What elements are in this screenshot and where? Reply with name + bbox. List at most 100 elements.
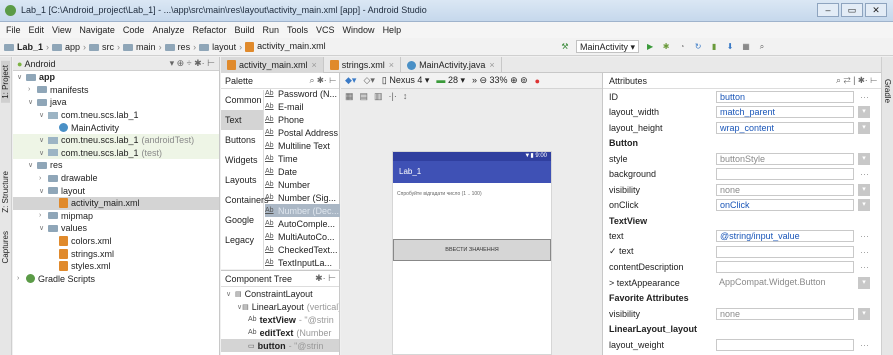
attribute-input[interactable]: [716, 168, 854, 181]
attribute-dropdown[interactable]: none: [716, 307, 854, 320]
project-tree-item[interactable]: ∨ com.tneu.scs.lab_1: [13, 109, 219, 122]
sdk-manager-icon[interactable]: ⬇: [725, 42, 735, 52]
view-mode-dropdown[interactable]: ● Android: [17, 59, 55, 69]
project-tree-item[interactable]: styles.xml: [13, 260, 219, 273]
device-dropdown[interactable]: ▯ Nexus 4 ▾: [382, 75, 430, 86]
project-tree-item[interactable]: › mipmap: [13, 210, 219, 223]
breadcrumb-item[interactable]: activity_main.xml: [245, 41, 326, 52]
expand-arrow-icon[interactable]: ∨: [226, 290, 235, 298]
expand-arrow-icon[interactable]: ›: [39, 175, 48, 182]
close-button[interactable]: ✕: [865, 3, 887, 17]
component-tree-node[interactable]: Ab textView - "@strin: [221, 313, 339, 326]
menu-build[interactable]: Build: [234, 25, 254, 35]
palette-item[interactable]: Ab AutoComple...: [265, 217, 340, 230]
component-tree-tools[interactable]: ✱· ⊢: [315, 273, 336, 284]
attribute-dropdown[interactable]: AppCompat.Widget.Button: [716, 277, 854, 289]
project-tree-item[interactable]: ∨ values: [13, 222, 219, 235]
dropdown-arrow-icon[interactable]: ▾: [858, 121, 870, 134]
editor-tab[interactable]: activity_main.xml ×: [221, 56, 324, 73]
menu-code[interactable]: Code: [123, 25, 145, 35]
attribute-input[interactable]: [716, 338, 854, 351]
phone-input-button[interactable]: ВВЕСТИ ЗНАЧЕННЯ: [393, 239, 551, 261]
menu-run[interactable]: Run: [263, 25, 280, 35]
menu-window[interactable]: Window: [343, 25, 375, 35]
expand-arrow-icon[interactable]: ∨: [39, 224, 48, 232]
palette-category[interactable]: Widgets: [221, 150, 263, 170]
attribute-input[interactable]: @string/input_value: [716, 230, 854, 243]
dropdown-arrow-icon[interactable]: ▾: [858, 276, 870, 289]
breadcrumb-item[interactable]: src: [89, 42, 114, 52]
attribute-dropdown[interactable]: onClick: [716, 199, 854, 212]
menu-analyze[interactable]: Analyze: [152, 25, 184, 35]
avd-manager-icon[interactable]: ▮: [709, 42, 719, 52]
more-options-icon[interactable]: ···: [860, 169, 869, 179]
project-tree-item[interactable]: ∨ com.tneu.scs.lab_1 (androidTest): [13, 133, 219, 147]
panel-actions[interactable]: ▾ ⊕ ÷ ✱· ⊢: [170, 58, 215, 69]
attributes-tools[interactable]: ⌕ ⇄ | ✱· ⊢: [836, 75, 877, 86]
more-options-icon[interactable]: ···: [860, 340, 869, 350]
palette-item[interactable]: Ab Multiline Text: [265, 139, 340, 152]
project-tree-item[interactable]: ∨ layout: [13, 184, 219, 197]
expand-arrow-icon[interactable]: ∨: [28, 161, 37, 169]
menu-file[interactable]: File: [6, 25, 21, 35]
gradle-tool-tab[interactable]: Gradle: [883, 75, 892, 107]
debug-icon[interactable]: ✱: [661, 42, 671, 52]
expand-arrow-icon[interactable]: ∨: [39, 149, 48, 157]
dropdown-arrow-icon[interactable]: ▾: [858, 152, 870, 165]
palette-item[interactable]: Ab Date: [265, 165, 340, 178]
dropdown-arrow-icon[interactable]: ▾: [858, 183, 870, 196]
palette-item[interactable]: Ab Phone: [265, 113, 340, 126]
dropdown-arrow-icon[interactable]: ▾: [858, 199, 870, 212]
more-options-icon[interactable]: ···: [860, 262, 869, 272]
captures-tool-tab[interactable]: Captures: [1, 227, 10, 267]
close-tab-icon[interactable]: ×: [389, 60, 394, 70]
project-tree-item[interactable]: ∨ com.tneu.scs.lab_1 (test): [13, 146, 219, 160]
project-tool-tab[interactable]: 1: Project: [1, 61, 10, 103]
dropdown-arrow-icon[interactable]: ▾: [858, 307, 870, 320]
hammer-icon[interactable]: ⚒: [560, 42, 570, 52]
horizontal-guide-icon[interactable]: ·|·: [389, 91, 397, 101]
project-tree-item[interactable]: activity_main.xml: [13, 196, 219, 210]
project-tree-item[interactable]: ∨ java: [13, 96, 219, 109]
expand-arrow-icon[interactable]: ∨: [39, 187, 48, 195]
run-icon[interactable]: ▶: [645, 42, 655, 52]
menu-edit[interactable]: Edit: [29, 25, 45, 35]
vertical-guide-icon[interactable]: ↕: [403, 91, 408, 101]
palette-category[interactable]: Google: [221, 210, 263, 230]
menu-vcs[interactable]: VCS: [316, 25, 335, 35]
expand-arrow-icon[interactable]: ∨: [39, 136, 48, 144]
palette-item[interactable]: Ab MultiAutoCo...: [265, 230, 340, 243]
palette-item[interactable]: Ab CheckedText...: [265, 243, 340, 256]
orientation-icon[interactable]: ◇▾: [363, 75, 374, 86]
attribute-input[interactable]: [716, 245, 854, 258]
project-tree-item[interactable]: › Gradle Scripts: [13, 273, 219, 286]
close-tab-icon[interactable]: ×: [312, 60, 317, 70]
sync-icon[interactable]: ↻: [693, 42, 703, 52]
show-both-icon[interactable]: ▥: [374, 91, 383, 102]
attribute-dropdown[interactable]: match_parent: [716, 106, 854, 119]
breadcrumb-item[interactable]: res: [164, 42, 190, 52]
api-dropdown[interactable]: ▬ 28 ▾: [436, 75, 465, 86]
more-options-icon[interactable]: ···: [860, 92, 869, 102]
palette-item[interactable]: Ab Number (Dec...: [265, 204, 340, 217]
breadcrumb-item[interactable]: Lab_1: [4, 42, 43, 52]
palette-item[interactable]: Ab Time: [265, 152, 340, 165]
menu-help[interactable]: Help: [383, 25, 402, 35]
more-options-icon[interactable]: ···: [860, 231, 869, 241]
expand-arrow-icon[interactable]: ›: [17, 275, 26, 282]
zoom-controls[interactable]: » ⊖ 33% ⊕ ⊚: [472, 75, 528, 86]
palette-tools[interactable]: ⌕ ✱· ⊢: [309, 75, 336, 86]
expand-arrow-icon[interactable]: ∨: [17, 73, 26, 81]
structure-icon[interactable]: ▦: [741, 42, 751, 52]
palette-category[interactable]: Common: [221, 90, 263, 110]
palette-category[interactable]: Text: [221, 110, 263, 130]
palette-category[interactable]: Legacy: [221, 230, 263, 250]
more-options-icon[interactable]: ···: [860, 247, 869, 257]
expand-arrow-icon[interactable]: ∨: [39, 111, 48, 119]
project-tree-item[interactable]: MainActivity: [13, 121, 219, 134]
palette-category[interactable]: Layouts: [221, 170, 263, 190]
project-tree-item[interactable]: ∨ res: [13, 159, 219, 172]
project-tree-item[interactable]: strings.xml: [13, 247, 219, 260]
palette-item[interactable]: Ab Postal Address: [265, 126, 340, 139]
show-blueprint-icon[interactable]: ▤: [360, 91, 369, 102]
